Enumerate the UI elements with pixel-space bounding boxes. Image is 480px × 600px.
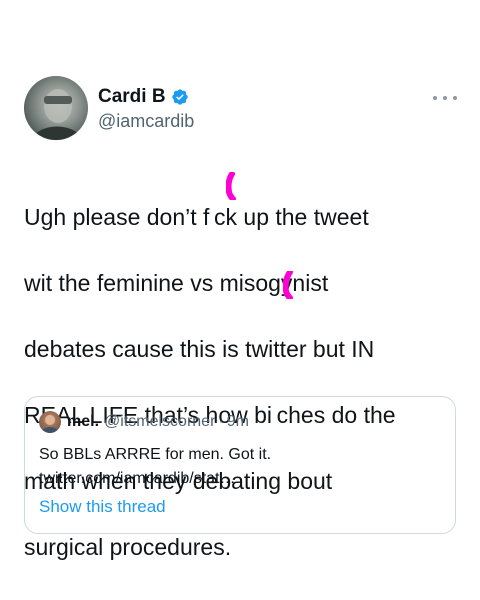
quoted-tweet-header: mel. @itsmelscorner · 9m (39, 411, 249, 433)
quoted-author-name[interactable]: mel. (67, 413, 99, 431)
display-name[interactable]: Cardi B (98, 86, 166, 108)
quoted-author-handle[interactable]: @itsmelscorner (104, 413, 215, 431)
more-options-icon[interactable] (433, 92, 457, 104)
tweet-line: debates cause this is twitter but IN (24, 336, 375, 362)
more-dot (453, 96, 457, 100)
quoted-tweet-text: So BBLs ARRRE for men. Got it. twitter.c… (39, 446, 272, 487)
display-name-row: Cardi B (98, 86, 194, 108)
tweet-line: wit the feminine vs misogynist (24, 270, 329, 296)
verified-badge-icon (171, 89, 188, 105)
separator-dot: · (218, 413, 224, 430)
quoted-timestamp[interactable]: 9m (227, 413, 249, 431)
tweet-card: Cardi B @iamcardib Ugh please don’t f ck… (0, 0, 480, 600)
more-dot (443, 96, 447, 100)
profile-photo-icon (32, 89, 82, 140)
quoted-author-avatar[interactable] (39, 411, 61, 433)
tweet-line: Ugh please don’t f ck up the tweet (24, 204, 369, 230)
tweet-line: surgical procedures. (24, 534, 232, 560)
show-thread-link[interactable]: Show this thread (39, 497, 166, 517)
author-avatar[interactable] (24, 76, 88, 140)
author-handle[interactable]: @iamcardib (98, 110, 194, 132)
more-dot (433, 96, 437, 100)
quoted-tweet[interactable]: mel. @itsmelscorner · 9m So BBLs ARRRE f… (24, 396, 456, 534)
author-block: Cardi B @iamcardib (98, 86, 194, 132)
profile-photo-icon (41, 415, 59, 433)
